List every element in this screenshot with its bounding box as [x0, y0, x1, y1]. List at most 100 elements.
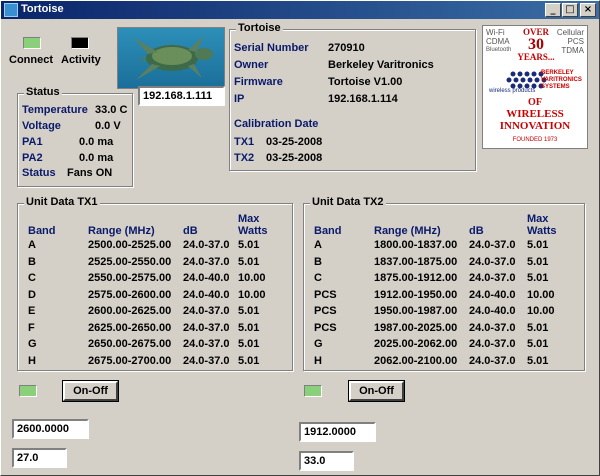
tx1-cell-db: 24.0-37.0: [183, 354, 230, 367]
table-row: PCS 1950.00-1987.00 24.0-40.0 10.00: [314, 303, 576, 320]
table-row: H 2062.00-2100.00 24.0-37.0 5.01: [314, 353, 576, 370]
tx1-cell-band: A: [28, 239, 36, 252]
title-bar[interactable]: Tortoise _ □ ×: [1, 1, 599, 19]
tx2-cell-db: 24.0-40.0: [469, 288, 516, 301]
tx2-cell-watts: 5.01: [527, 321, 549, 334]
logo-text-varitronics: Varitronics: [541, 77, 582, 83]
tx1-cell-watts: 5.01: [238, 255, 260, 268]
status-label-pa2: PA2: [22, 152, 43, 164]
status-label-temperature: Temperature: [22, 104, 88, 116]
tx2-cell-band: A: [314, 239, 322, 252]
logo-text-berkeley: Berkeley: [541, 70, 574, 76]
status-label-status: Status: [22, 167, 56, 179]
firmware-value: Tortoise V1.00: [328, 76, 403, 88]
status-value-temperature: 33.0 C: [95, 104, 128, 116]
tx1-cell-band: C: [28, 272, 36, 285]
tx1-cell-band: D: [28, 288, 36, 301]
tx1-cell-watts: 10.00: [238, 272, 266, 285]
tx2-cell-band: PCS: [314, 321, 337, 334]
tx2-cell-db: 24.0-37.0: [469, 239, 516, 252]
tx1-table: Band Range (MHz) dB Max Watts A 2500.00-25…: [28, 207, 290, 369]
calibration-tx1-label: TX1: [234, 136, 255, 148]
table-row: F 2625.00-2650.00 24.0-37.0 5.01: [28, 320, 290, 337]
logo-text-years: Years...: [517, 52, 555, 62]
tx2-cell-range: 1987.00-2025.00: [374, 321, 458, 334]
tx2-cell-band: G: [314, 338, 323, 351]
calibration-tx1-value: 03-25-2008: [266, 136, 323, 148]
ip-address-input[interactable]: 192.168.1.111: [138, 86, 225, 106]
tx2-cell-range: 1912.00-1950.00: [374, 288, 458, 301]
connect-label: Connect: [9, 54, 53, 66]
tx1-header-row: Band Range (MHz) dB Max Watts: [28, 207, 290, 237]
tx2-cell-band: PCS: [314, 288, 337, 301]
maximize-button[interactable]: □: [562, 3, 578, 17]
tx2-cell-watts: 5.01: [527, 272, 549, 285]
tx1-on-off-button[interactable]: On-Off: [62, 380, 119, 402]
activity-label: Activity: [61, 54, 101, 66]
tx2-frequency-input[interactable]: 1912.0000: [299, 422, 376, 442]
table-row: B 2525.00-2550.00 24.0-37.0 5.01: [28, 254, 290, 271]
status-label-pa1: PA1: [22, 136, 43, 148]
serial-number-value: 270910: [328, 42, 365, 54]
tx2-cell-db: 24.0-37.0: [469, 321, 516, 334]
status-value-status: Fans ON: [67, 167, 113, 179]
status-value-voltage: 0.0 V: [95, 120, 121, 132]
firmware-label: Firmware: [234, 76, 283, 88]
tx2-power-input[interactable]: 33.0: [299, 451, 354, 471]
tx2-col-max-watts: Max Watts: [527, 213, 557, 237]
tx1-cell-db: 24.0-40.0: [183, 288, 230, 301]
tx1-cell-range: 2600.00-2625.00: [88, 305, 172, 318]
logo-text-innovation: Innovation: [499, 120, 571, 132]
tx1-cell-band: G: [28, 338, 37, 351]
tx2-on-off-button[interactable]: On-Off: [348, 380, 405, 402]
tx1-cell-band: F: [28, 321, 35, 334]
tx2-cell-db: 24.0-37.0: [469, 338, 516, 351]
tx2-cell-watts: 10.00: [527, 305, 555, 318]
status-label-voltage: Voltage: [22, 120, 61, 132]
tx2-table: Band Range (MHz) dB Max Watts A 1800.00-18…: [314, 207, 576, 369]
tx2-cell-band: H: [314, 354, 322, 367]
logo-text-cdma: CDMA: [486, 37, 510, 46]
table-row: G 2025.00-2062.00 24.0-37.0 5.01: [314, 336, 576, 353]
tx1-cell-db: 24.0-37.0: [183, 255, 230, 268]
tx1-cell-band: B: [28, 255, 36, 268]
tx2-cell-db: 24.0-40.0: [469, 305, 516, 318]
logo-text-systems: Systems: [541, 84, 570, 90]
tx1-cell-range: 2500.00-2525.00: [88, 239, 172, 252]
tx1-col-db: dB: [183, 225, 198, 237]
table-row: D 2575.00-2600.00 24.0-40.0 10.00: [28, 287, 290, 304]
tx1-power-input[interactable]: 27.0: [12, 448, 67, 468]
tx2-cell-range: 1837.00-1875.00: [374, 255, 458, 268]
table-row: E 2600.00-2625.00 24.0-37.0 5.01: [28, 303, 290, 320]
tx1-cell-db: 24.0-37.0: [183, 239, 230, 252]
minimize-button[interactable]: _: [545, 3, 561, 17]
logo-text-founded: Founded 1973: [512, 137, 558, 143]
table-row: C 2550.00-2575.00 24.0-40.0 10.00: [28, 270, 290, 287]
tx2-cell-watts: 5.01: [527, 338, 549, 351]
close-button[interactable]: ×: [580, 3, 596, 17]
tx2-cell-range: 1950.00-1987.00: [374, 305, 458, 318]
tx2-cell-band: C: [314, 272, 322, 285]
logo-text-cellular: Cellular: [556, 28, 584, 37]
activity-indicator: [71, 37, 89, 49]
tx2-col-db: dB: [469, 225, 484, 237]
tx2-cell-db: 24.0-37.0: [469, 272, 516, 285]
calibration-date-label: Calibration Date: [234, 118, 319, 130]
calibration-tx2-label: TX2: [234, 152, 255, 164]
logo-text-wifi: Wi-Fi: [486, 28, 505, 37]
tx2-header-row: Band Range (MHz) dB Max Watts: [314, 207, 576, 237]
window-title: Tortoise: [21, 3, 64, 15]
tx2-col-range: Range (MHz): [374, 225, 441, 237]
tx1-cell-range: 2625.00-2650.00: [88, 321, 172, 334]
ip-label: IP: [234, 93, 245, 105]
tx2-cell-band: B: [314, 255, 322, 268]
logo-text-bluetooth: Bluetooth: [486, 47, 512, 53]
tx2-cell-watts: 5.01: [527, 239, 549, 252]
tx1-cell-range: 2550.00-2575.00: [88, 272, 172, 285]
tx1-cell-watts: 5.01: [238, 321, 260, 334]
table-row: G 2650.00-2675.00 24.0-37.0 5.01: [28, 336, 290, 353]
table-row: PCS 1912.00-1950.00 24.0-40.0 10.00: [314, 287, 576, 304]
tx1-cell-band: H: [28, 354, 36, 367]
tx1-cell-watts: 5.01: [238, 239, 260, 252]
tx1-frequency-input[interactable]: 2600.0000: [12, 419, 89, 439]
